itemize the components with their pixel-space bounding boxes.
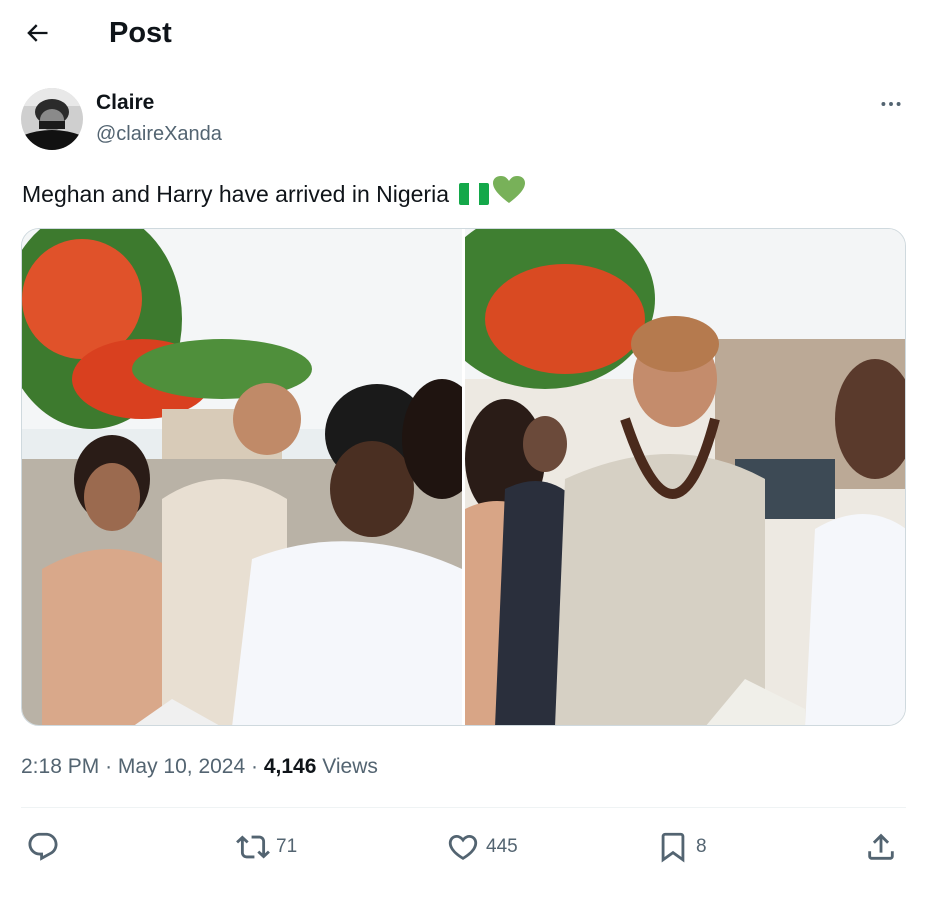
like-icon [448, 834, 478, 860]
like-button[interactable]: 445 [446, 822, 518, 872]
views-count: 4,146 [263, 755, 317, 778]
tweet-body: Meghan and Harry have arrived in Nigeria [22, 180, 449, 207]
bookmark-button[interactable]: 8 [656, 822, 707, 872]
tweet-time[interactable]: 2:18 PM [21, 755, 99, 778]
post-header: Post [0, 0, 925, 66]
retweet-button[interactable]: 71 [236, 822, 297, 872]
share-icon [868, 833, 894, 860]
tweet-text: Meghan and Harry have arrived in Nigeria [22, 176, 525, 211]
action-bar: 71 445 8 [0, 822, 925, 872]
author-name[interactable]: Claire [96, 90, 154, 116]
more-button[interactable] [872, 88, 910, 120]
photo-2[interactable] [465, 229, 905, 725]
tweet-date[interactable]: May 10, 2024 [118, 755, 245, 778]
meta-separator: · [105, 755, 113, 778]
page-title: Post [109, 17, 172, 49]
meta-separator: · [251, 755, 259, 778]
back-button[interactable] [18, 14, 56, 52]
green-heart-icon [493, 176, 525, 211]
nigeria-flag-icon [459, 182, 489, 205]
like-count: 445 [486, 836, 518, 857]
divider [21, 807, 906, 808]
media-grid [21, 228, 906, 726]
reply-button[interactable] [26, 822, 60, 872]
views-label: Views [322, 755, 378, 778]
back-arrow-icon [27, 24, 48, 42]
tweet-meta: 2:18 PM · May 10, 2024 · 4,146 Views [21, 752, 378, 782]
more-icon [881, 102, 901, 106]
photo-1[interactable] [22, 229, 462, 725]
bookmark-icon [661, 832, 685, 863]
bookmark-count: 8 [696, 836, 707, 857]
avatar[interactable] [21, 88, 83, 150]
retweet-icon [236, 835, 270, 859]
share-button[interactable] [864, 822, 898, 872]
author-handle[interactable]: @claireXanda [96, 121, 222, 147]
reply-icon [28, 832, 58, 861]
retweet-count: 71 [276, 836, 298, 857]
